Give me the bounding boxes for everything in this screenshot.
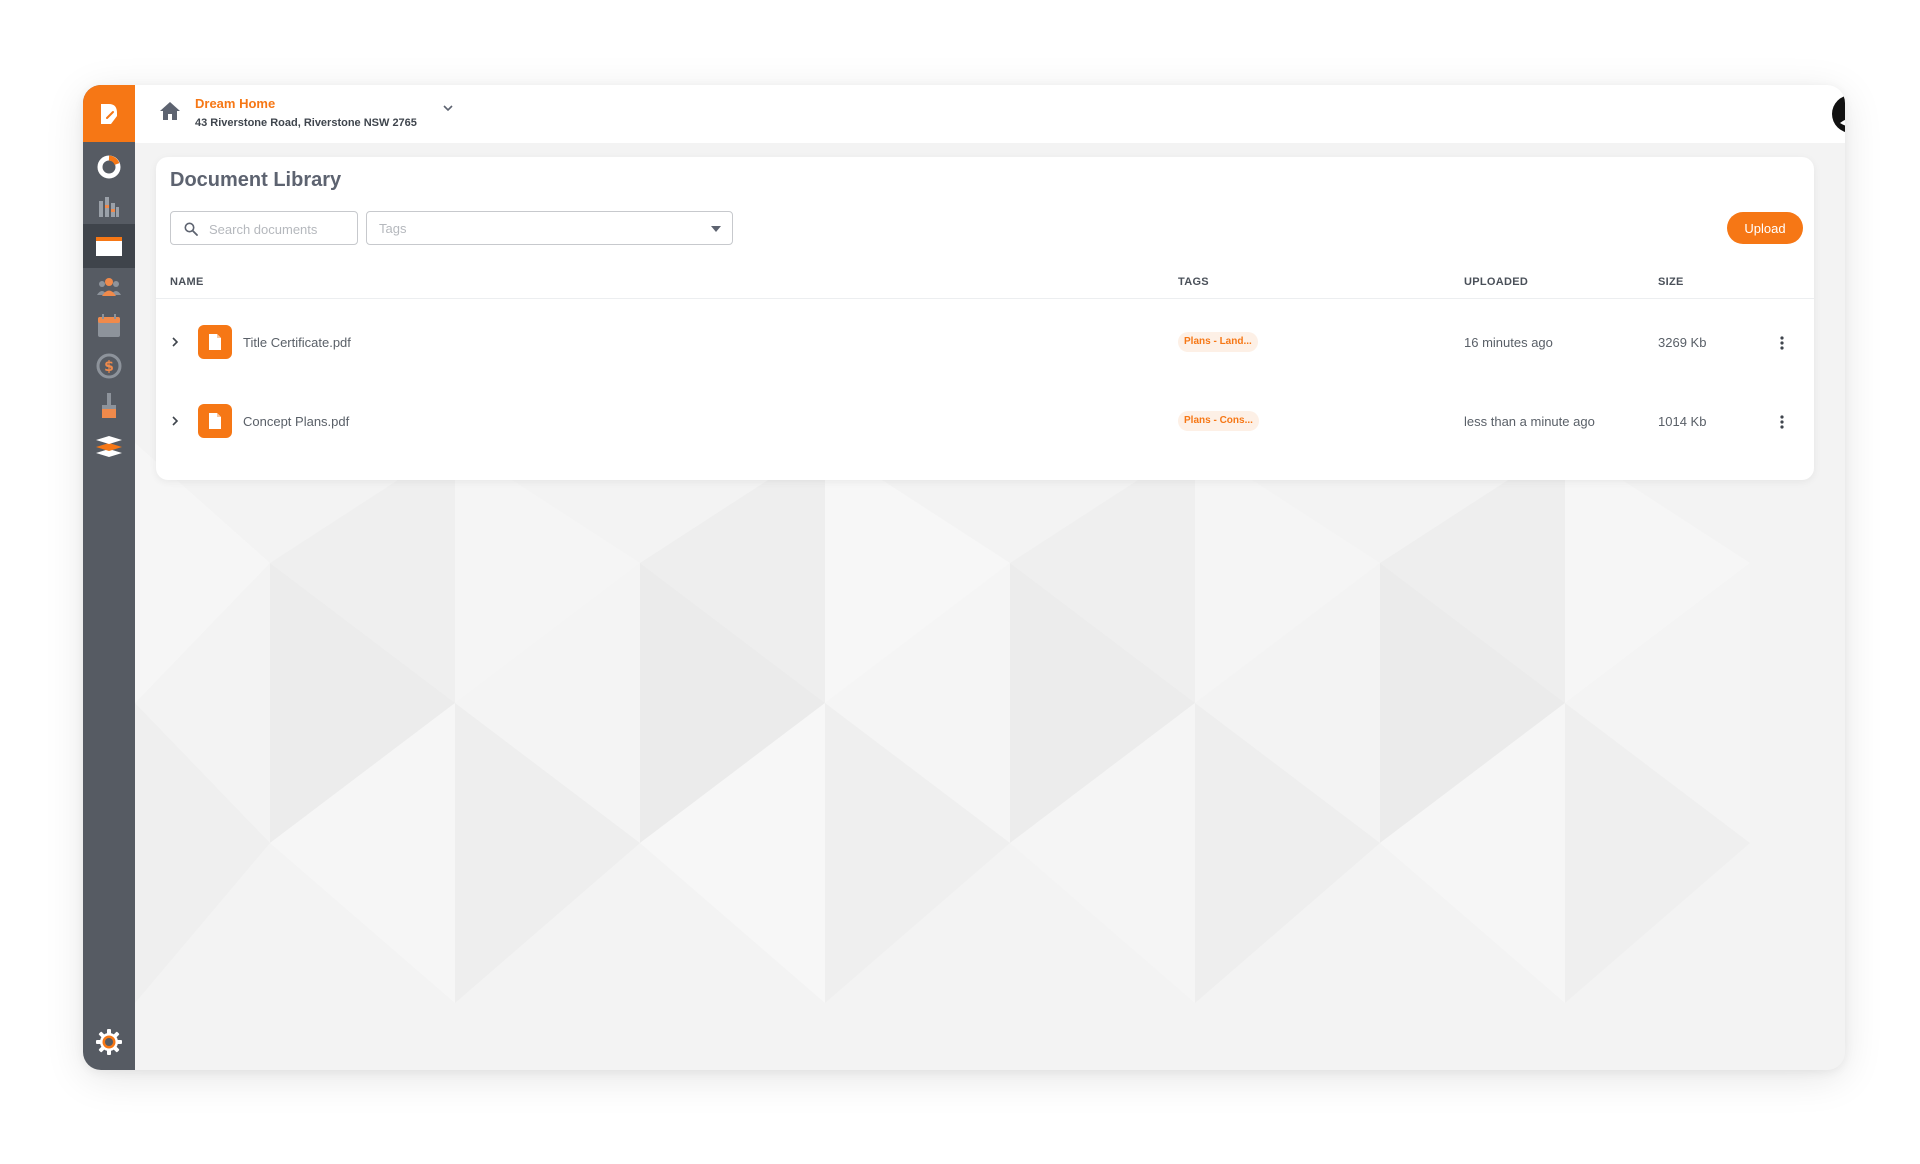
sidebar-item-design[interactable] bbox=[83, 384, 135, 428]
tags-placeholder: Tags bbox=[379, 221, 407, 236]
sidebar-item-progress[interactable] bbox=[83, 145, 135, 189]
page-title: Document Library bbox=[170, 169, 342, 191]
file-name[interactable]: Concept Plans.pdf bbox=[243, 414, 349, 429]
bar-chart-icon bbox=[99, 197, 119, 217]
sidebar-item-reports[interactable] bbox=[83, 185, 135, 229]
more-vertical-icon bbox=[1780, 336, 1784, 350]
settings-gear-icon bbox=[96, 1029, 122, 1055]
document-file-icon bbox=[198, 404, 232, 438]
search-input[interactable] bbox=[209, 220, 349, 238]
account-avatar-icon[interactable] bbox=[1831, 94, 1845, 134]
column-header-size[interactable]: SIZE bbox=[1658, 276, 1684, 288]
paint-brush-icon bbox=[102, 393, 116, 418]
logo-icon bbox=[101, 103, 117, 124]
column-header-uploaded[interactable]: UPLOADED bbox=[1464, 276, 1528, 288]
uploaded-time: less than a minute ago bbox=[1464, 414, 1595, 429]
tag-chip[interactable]: Plans - Cons... bbox=[1178, 411, 1259, 431]
column-header-tags[interactable]: TAGS bbox=[1178, 276, 1209, 288]
app-logo[interactable] bbox=[83, 85, 135, 142]
sidebar-item-settings[interactable] bbox=[83, 1020, 135, 1064]
dollar-icon: $ bbox=[96, 353, 122, 379]
project-name[interactable]: Dream Home bbox=[195, 96, 275, 111]
calendar-icon bbox=[98, 314, 120, 337]
top-header: Dream Home 43 Riverstone Road, Riverston… bbox=[135, 85, 1845, 143]
tag-chip[interactable]: Plans - Land... bbox=[1178, 332, 1258, 352]
search-icon bbox=[184, 222, 198, 236]
upload-button[interactable]: Upload bbox=[1727, 212, 1803, 244]
folder-icon bbox=[96, 237, 122, 256]
sidebar-item-calendar[interactable] bbox=[83, 304, 135, 348]
more-vertical-icon bbox=[1780, 415, 1784, 429]
file-name[interactable]: Title Certificate.pdf bbox=[243, 335, 351, 350]
home-icon[interactable] bbox=[159, 101, 181, 121]
progress-icon bbox=[97, 155, 121, 179]
sidebar-item-layers[interactable] bbox=[83, 424, 135, 468]
chevron-right-icon[interactable] bbox=[170, 414, 180, 428]
more-options-button[interactable] bbox=[1772, 411, 1792, 433]
app-window: $ Dream Home 43 Riverstone Road, Riverst… bbox=[83, 85, 1845, 1070]
table-row[interactable]: Title Certificate.pdf Plans - Land... 16… bbox=[156, 312, 1814, 374]
search-field[interactable] bbox=[170, 211, 358, 245]
column-header-name[interactable]: NAME bbox=[170, 276, 204, 288]
uploaded-time: 16 minutes ago bbox=[1464, 335, 1553, 350]
sidebar-item-team[interactable] bbox=[83, 265, 135, 309]
project-address: 43 Riverstone Road, Riverstone NSW 2765 bbox=[195, 117, 417, 129]
table-header: NAME TAGS UPLOADED SIZE bbox=[156, 273, 1814, 299]
tags-select[interactable]: Tags bbox=[366, 211, 733, 245]
document-file-icon bbox=[198, 325, 232, 359]
file-size: 3269 Kb bbox=[1658, 335, 1707, 350]
chevron-down-icon[interactable] bbox=[442, 104, 454, 112]
sidebar-item-documents[interactable] bbox=[83, 224, 135, 268]
sidebar: $ bbox=[83, 85, 135, 1070]
sidebar-item-finance[interactable]: $ bbox=[83, 344, 135, 388]
file-size: 1014 Kb bbox=[1658, 414, 1707, 429]
svg-text:$: $ bbox=[104, 359, 114, 375]
table-row[interactable]: Concept Plans.pdf Plans - Cons... less t… bbox=[156, 391, 1814, 453]
team-icon bbox=[97, 278, 121, 296]
document-library-card: Document Library Tags Upload NAME TAGS U… bbox=[156, 157, 1814, 480]
caret-down-icon bbox=[711, 226, 721, 232]
layers-icon bbox=[96, 436, 122, 457]
more-options-button[interactable] bbox=[1772, 332, 1792, 354]
chevron-right-icon[interactable] bbox=[170, 335, 180, 349]
